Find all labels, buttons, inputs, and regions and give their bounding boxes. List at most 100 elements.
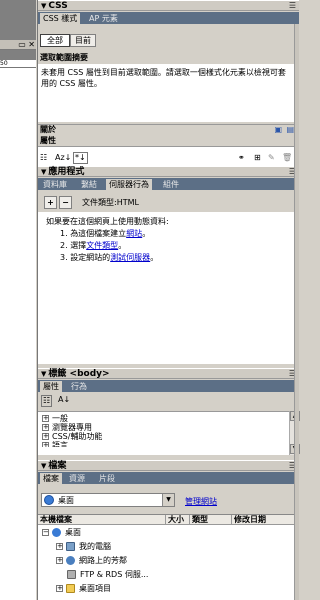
tree-item-network[interactable]: + 網路上的芳鄰 <box>56 555 127 567</box>
tab-bindings[interactable]: 繫結 <box>78 179 100 190</box>
expand-icon[interactable]: + <box>56 543 63 550</box>
expand-icon[interactable]: + <box>56 557 63 564</box>
col-modified[interactable]: 修改日期 <box>232 515 294 525</box>
tree-item-my-computer[interactable]: + 我的電腦 <box>56 541 111 553</box>
step-punct: 。 <box>150 253 159 262</box>
expand-icon[interactable]: + <box>56 585 63 592</box>
attach-stylesheet-icon[interactable]: ⚭ <box>238 153 245 163</box>
window-buttons[interactable]: ▭ ✕ <box>18 40 35 50</box>
cascade-view-icon[interactable]: ▤ <box>286 125 294 135</box>
files-panel-header[interactable]: ▼ 檔案 ☰ <box>38 460 299 471</box>
tree-item-label: FTP & RDS 伺服... <box>80 570 149 579</box>
expand-icon[interactable]: + <box>42 415 49 422</box>
collapse-triangle-icon[interactable]: ▼ <box>41 2 46 10</box>
category-language[interactable]: + 語言 <box>38 441 294 447</box>
selection-summary-text: 未套用 CSS 屬性到目前選取範圍。請選取一個樣式化元素以檢視可套用的 CSS … <box>38 64 294 122</box>
expand-icon[interactable]: + <box>42 424 49 431</box>
tab-databases[interactable]: 資料庫 <box>40 179 70 190</box>
rule-view-icon[interactable]: ▣ <box>274 125 282 135</box>
desktop-icon <box>44 495 54 505</box>
application-panel-header[interactable]: ▼ 應用程式 ☰ <box>38 166 299 177</box>
sort-az-icon[interactable]: Az↓ <box>55 153 71 163</box>
category-general[interactable]: + 一般 <box>38 414 294 423</box>
document-type-link[interactable]: 文件類型 <box>86 241 118 250</box>
properties-section-label: 屬性 <box>40 136 56 145</box>
set-properties-icon[interactable]: *↓ <box>73 152 88 164</box>
tab-snippets[interactable]: 片段 <box>96 473 118 484</box>
category-label: 瀏覽器專用 <box>52 423 92 432</box>
document-type-label: 文件類型:HTML <box>82 198 139 207</box>
site-location-select[interactable]: 桌面 ▼ <box>41 493 175 507</box>
tree-item-label: 桌面項目 <box>79 584 111 593</box>
tree-item-desktop-items[interactable]: + 桌面項目 <box>56 583 111 595</box>
application-panel-title: 應用程式 <box>48 167 85 177</box>
col-local-files[interactable]: 本機檔案 <box>38 515 166 525</box>
ruler: 50 <box>0 60 36 68</box>
col-type[interactable]: 類型 <box>190 515 232 525</box>
all-button[interactable]: 全部 <box>40 34 70 47</box>
step-number: 3. <box>60 253 68 262</box>
testing-server-link[interactable]: 測試伺服器 <box>110 253 150 262</box>
expand-icon[interactable]: + <box>42 433 49 440</box>
site-link[interactable]: 網站 <box>126 229 142 238</box>
desktop-icon <box>52 528 61 537</box>
attribute-categories: + 一般 + 瀏覽器專用 + CSS/輔助功能 + 語言 <box>38 411 294 455</box>
folder-icon <box>66 584 75 593</box>
step-number: 2. <box>60 241 68 250</box>
css-panel-header[interactable]: ▼ CSS ☰ <box>38 0 299 11</box>
new-rule-icon[interactable]: ⊞ <box>254 153 261 163</box>
css-panel-title: CSS <box>48 1 68 11</box>
expand-icon[interactable]: + <box>42 442 49 447</box>
css-panel-body: 全部 目前 選取範圍摘要 未套用 CSS 屬性到目前選取範圍。請選取一個樣式化元… <box>38 24 299 124</box>
css-toolbar: ☷ Az↓ *↓ ⚭ ⊞ ✎ 🗑 <box>38 150 299 165</box>
step-punct: 。 <box>118 241 127 250</box>
sort-az-icon[interactable]: A↓ <box>58 395 70 405</box>
tab-behaviors[interactable]: 行為 <box>68 381 90 392</box>
panel-options-icon[interactable]: ☰ <box>289 1 296 11</box>
collapse-icon[interactable]: − <box>42 529 49 536</box>
tab-files[interactable]: 檔案 <box>40 473 62 484</box>
document-canvas[interactable] <box>0 68 36 600</box>
dropdown-arrow-icon[interactable]: ▼ <box>162 494 174 506</box>
category-view-icon[interactable]: ☷ <box>41 395 53 407</box>
tab-css-styles[interactable]: CSS 樣式 <box>40 13 81 24</box>
delete-rule-icon[interactable]: 🗑 <box>282 153 292 163</box>
col-size[interactable]: 大小 <box>166 515 190 525</box>
current-button[interactable]: 目前 <box>70 34 96 47</box>
category-label: CSS/輔助功能 <box>52 432 103 441</box>
file-tree: 本機檔案 大小 類型 修改日期 − 桌面 + 我的電腦 + 網路上的芳鄰 FTP & … <box>38 514 294 600</box>
tab-components[interactable]: 組件 <box>160 179 182 190</box>
tag-inspector-title: 標籤 <body> <box>48 369 110 379</box>
instructions-area: 如果要在這個網頁上使用動態資料: 1. 為這個檔案建立網站。 2. 選擇文件類型… <box>38 212 294 364</box>
category-label: 一般 <box>52 414 68 423</box>
site-location-value: 桌面 <box>58 496 74 505</box>
dock-splitter[interactable] <box>294 24 299 600</box>
remove-icon[interactable]: − <box>59 196 72 209</box>
collapse-triangle-icon[interactable]: ▼ <box>41 370 46 378</box>
tree-item-ftp-rds[interactable]: FTP & RDS 伺服... <box>67 569 148 581</box>
step-punct: 。 <box>142 229 151 238</box>
files-panel-tabs: 檔案 資源 片段 <box>38 472 299 484</box>
tag-inspector-body: ☷ A↓ +一般 +瀏覽器專用 +CSS/輔助功能 +語言 ▲ ▼ <box>38 392 300 458</box>
category-css-accessibility[interactable]: + CSS/輔助功能 <box>38 432 294 441</box>
step-text: 為這個檔案建立 <box>70 229 127 238</box>
files-panel-body: 桌面 ▼ 管理網站 本機檔案 大小 類型 修改日期 − 桌面 + 我的電腦 + 網路上… <box>38 484 299 600</box>
selection-summary-heading: 選取範圍摘要 <box>40 53 88 62</box>
manage-sites-link[interactable]: 管理網站 <box>185 496 217 507</box>
document-window-edge: ▭ ✕ 50 <box>0 0 36 600</box>
edit-style-icon[interactable]: ✎ <box>268 153 275 163</box>
tab-server-behaviors[interactable]: 伺服器行為 <box>106 179 152 190</box>
file-list-header: 本機檔案 大小 類型 修改日期 <box>38 515 294 525</box>
category-browser-specific[interactable]: + 瀏覽器專用 <box>38 423 294 432</box>
collapse-triangle-icon[interactable]: ▼ <box>41 462 46 470</box>
add-icon[interactable]: + <box>44 196 57 209</box>
tree-item-label: 桌面 <box>65 528 81 537</box>
tab-assets[interactable]: 資源 <box>66 473 88 484</box>
category-view-icon[interactable]: ☷ <box>40 153 47 163</box>
collapse-triangle-icon[interactable]: ▼ <box>41 168 46 176</box>
tree-item-desktop[interactable]: − 桌面 <box>42 527 81 539</box>
step-text: 選擇 <box>70 241 87 250</box>
tab-ap-elements[interactable]: AP 元素 <box>86 13 121 24</box>
tag-inspector-header[interactable]: ▼ 標籤 <body> ☰ <box>38 368 299 379</box>
tab-attributes[interactable]: 屬性 <box>40 381 62 392</box>
